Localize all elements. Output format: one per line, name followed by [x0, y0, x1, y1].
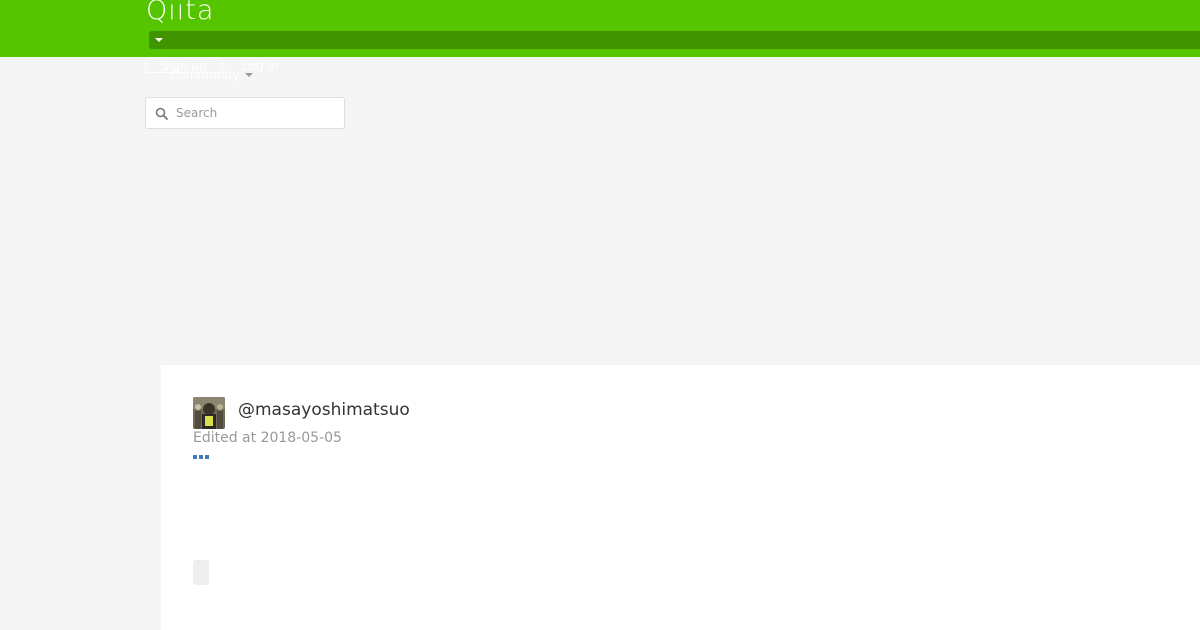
caret-down-icon[interactable]: [155, 38, 163, 42]
community-menu[interactable]: Community: [170, 67, 239, 83]
avatar[interactable]: [193, 397, 225, 429]
search-icon: [155, 107, 168, 120]
loading-placeholder: [193, 560, 209, 585]
top-navbar: Qiita: [0, 0, 1200, 57]
dropdown-strip[interactable]: [149, 31, 1200, 49]
edited-date: Edited at 2018-05-05: [193, 430, 342, 446]
qiita-logo[interactable]: Qiita: [146, 0, 214, 29]
search-box[interactable]: [145, 97, 345, 129]
nav-actions: Sign up Log in Community: [145, 57, 345, 87]
more-icon[interactable]: [193, 454, 209, 460]
author-username[interactable]: @masayoshimatsuo: [238, 399, 410, 421]
avatar-image: [193, 397, 225, 429]
login-link[interactable]: Log in: [242, 58, 278, 74]
search-input[interactable]: [176, 98, 336, 128]
chevron-down-icon[interactable]: [245, 73, 253, 77]
article-card: @masayoshimatsuo Edited at 2018-05-05: [161, 365, 1200, 630]
